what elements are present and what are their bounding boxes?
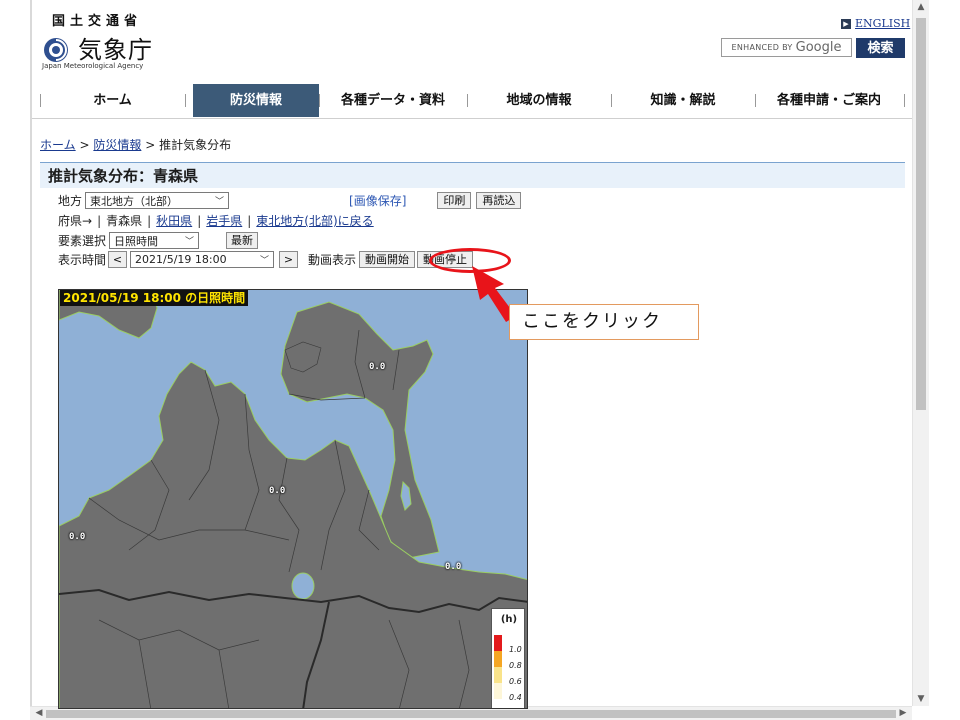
breadcrumb-sep: >: [79, 138, 90, 152]
logo-ministry: 国土交通省: [52, 14, 143, 29]
element-label: 要素選択: [58, 234, 107, 248]
element-select[interactable]: 日照時間 ﹀: [109, 232, 200, 249]
nav-item-disaster[interactable]: 防災情報: [193, 84, 319, 117]
time-next-button[interactable]: >: [279, 251, 299, 268]
reload-button[interactable]: 再読込: [476, 192, 522, 209]
search-button[interactable]: 検索: [856, 38, 905, 58]
map-value-label: 0.0: [269, 486, 286, 496]
english-link[interactable]: ▶ ENGLISH: [841, 17, 910, 30]
legend-level: 0.4: [509, 693, 522, 702]
time-label: 表示時間: [58, 253, 107, 267]
legend-swatch: [494, 683, 502, 699]
region-label: 地方: [58, 194, 83, 208]
pref-sep: |: [197, 213, 202, 228]
play-icon: ▶: [841, 18, 851, 29]
english-link-text[interactable]: ENGLISH: [855, 17, 910, 30]
search-enhanced-label: ENHANCED BY: [731, 43, 793, 52]
global-nav: ホーム 防災情報 各種データ・資料 地域の情報 知識・解説 各種申請・ご案内: [40, 84, 905, 117]
legend-level: 1.0: [509, 645, 522, 654]
vertical-scroll-thumb[interactable]: [916, 18, 926, 410]
legend-swatch: [494, 635, 502, 651]
prefecture-row: 府県→ | 青森県 | 秋田県 | 岩手県 | 東北地方(北部)に戻る: [58, 212, 374, 229]
nav-divider: [904, 94, 905, 107]
search-input[interactable]: ENHANCED BY Google: [721, 38, 852, 57]
breadcrumb-current: 推計気象分布: [159, 138, 232, 152]
breadcrumb: ホーム > 防災情報 > 推計気象分布: [40, 136, 231, 153]
chevron-down-icon: ﹀: [215, 197, 225, 207]
pref-sep: |: [247, 213, 252, 228]
pref-link-iwate[interactable]: 岩手県: [206, 212, 242, 229]
nav-divider-line: [32, 118, 912, 119]
nav-item-data[interactable]: 各種データ・資料: [319, 84, 467, 117]
nav-item-knowledge[interactable]: 知識・解説: [611, 84, 755, 117]
map-caption: 2021/05/19 18:00 の日照時間: [60, 290, 249, 306]
page-title: 推計気象分布：青森県: [48, 167, 199, 185]
jma-logo[interactable]: 国土交通省 気象庁 Japan Meteorological Agency: [40, 10, 180, 72]
time-select-value: 2021/5/19 18:00: [135, 253, 227, 266]
print-button[interactable]: 印刷: [437, 192, 472, 209]
nav-spacer: [185, 84, 193, 117]
chevron-down-icon: ﹀: [260, 256, 270, 266]
jma-emblem-icon: [44, 38, 68, 62]
latest-button[interactable]: 最新: [226, 232, 259, 249]
legend-swatch: [494, 651, 502, 667]
chevron-down-icon: ﹀: [185, 237, 195, 247]
map-value-label: 0.0: [69, 532, 86, 542]
pref-current: 青森県: [106, 214, 143, 228]
save-image-link[interactable]: [画像保存]: [349, 192, 406, 209]
time-prev-button[interactable]: <: [108, 251, 128, 268]
breadcrumb-disaster[interactable]: 防災情報: [93, 138, 141, 152]
nav-item-applications[interactable]: 各種申請・ご案内: [755, 84, 903, 117]
scroll-left-icon[interactable]: ◀: [32, 707, 46, 720]
vertical-scrollbar[interactable]: ▲ ▼: [912, 0, 929, 706]
breadcrumb-home[interactable]: ホーム: [40, 138, 76, 152]
map-value-label: 0.0: [445, 562, 462, 572]
legend-level: 0.6: [509, 677, 522, 686]
element-row: 要素選択 日照時間 ﹀ 最新: [58, 232, 259, 249]
map-value-label: 0.0: [369, 362, 386, 372]
breadcrumb-sep: >: [145, 138, 156, 152]
logo-agency-sub: Japan Meteorological Agency: [42, 62, 144, 70]
window-left-edge: [30, 0, 32, 720]
horizontal-scroll-thumb[interactable]: [46, 710, 896, 718]
pref-link-akita[interactable]: 秋田県: [156, 212, 192, 229]
map-legend: (h) 1.0 0.8 0.6 0.4: [491, 608, 525, 708]
pref-sep: |: [147, 213, 152, 228]
page-title-bar: 推計気象分布：青森県: [40, 162, 905, 188]
scroll-right-icon[interactable]: ▶: [896, 707, 910, 720]
nav-item-regional[interactable]: 地域の情報: [467, 84, 611, 117]
region-row: 地方 東北地方（北部） ﹀ [画像保存] 印刷 再読込: [58, 192, 522, 209]
legend-swatch: [494, 667, 502, 683]
legend-level: 0.8: [509, 661, 522, 670]
region-select-value: 東北地方（北部）: [90, 194, 179, 208]
logo-agency-name: 気象庁: [78, 36, 153, 64]
scroll-up-icon[interactable]: ▲: [913, 0, 929, 14]
element-select-value: 日照時間: [114, 234, 159, 248]
animation-start-button[interactable]: 動画開始: [359, 251, 416, 268]
pref-label: 府県→: [58, 214, 93, 228]
map-graphic: [59, 290, 527, 708]
scroll-down-icon[interactable]: ▼: [913, 692, 929, 706]
nav-item-home[interactable]: ホーム: [40, 84, 185, 117]
region-select[interactable]: 東北地方（北部） ﹀: [85, 192, 230, 209]
time-row: 表示時間 < 2021/5/19 18:00 ﹀ > 動画表示 動画開始 動画停…: [58, 251, 474, 268]
pref-sep: |: [97, 213, 102, 228]
animation-label: 動画表示: [308, 253, 357, 267]
weather-distribution-map[interactable]: 2021/05/19 18:00 の日照時間 0.0 0.0 0.0 0.0 (…: [58, 289, 528, 709]
time-select[interactable]: 2021/5/19 18:00 ﹀: [130, 251, 275, 268]
legend-unit: (h): [500, 614, 518, 625]
search-brand-label: Google: [795, 40, 842, 55]
pref-link-back-region[interactable]: 東北地方(北部)に戻る: [256, 212, 373, 229]
callout-text: ここをクリック: [509, 304, 699, 340]
